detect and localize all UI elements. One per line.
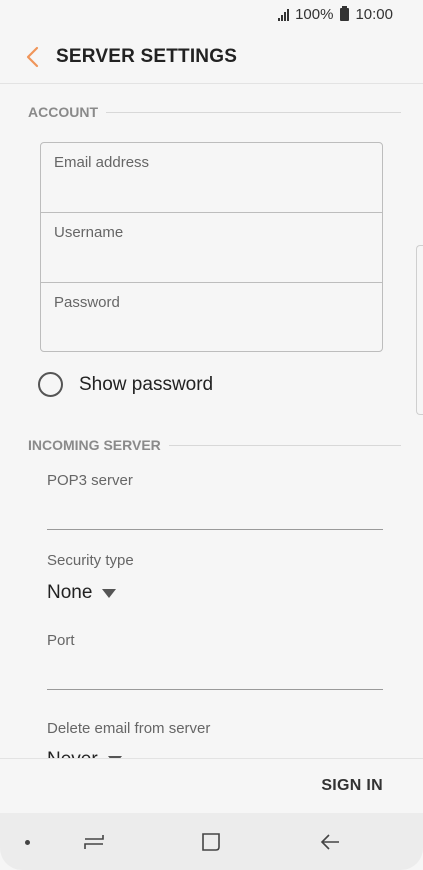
signal-icon bbox=[278, 8, 290, 21]
scrollbar[interactable] bbox=[416, 245, 423, 415]
sign-in-button[interactable]: SIGN IN bbox=[321, 777, 383, 795]
email-field[interactable]: Email address bbox=[41, 143, 382, 213]
back-icon[interactable] bbox=[317, 829, 343, 855]
dropdown-arrow-icon bbox=[102, 588, 117, 598]
email-placeholder: Email address bbox=[54, 154, 150, 171]
delete-email-label: Delete email from server bbox=[47, 720, 211, 737]
divider bbox=[106, 111, 401, 113]
incoming-section-title: INCOMING SERVER bbox=[28, 437, 161, 453]
bottom-action-bar: SIGN IN bbox=[0, 758, 423, 813]
username-placeholder: Username bbox=[54, 224, 124, 241]
username-field[interactable]: Username bbox=[41, 213, 382, 283]
account-fields: Email address Username Password bbox=[40, 142, 383, 352]
incoming-section-header: INCOMING SERVER bbox=[28, 437, 401, 453]
navigation-bar bbox=[0, 813, 423, 870]
pop3-server-input[interactable] bbox=[47, 529, 383, 530]
divider bbox=[168, 444, 401, 446]
battery-percent: 100% bbox=[295, 6, 334, 23]
back-arrow-icon[interactable] bbox=[10, 30, 54, 84]
password-field[interactable]: Password bbox=[41, 283, 382, 353]
password-placeholder: Password bbox=[54, 294, 120, 311]
security-type-value: None bbox=[47, 582, 93, 603]
delete-email-clip: Never bbox=[0, 745, 423, 759]
pop3-server-label: POP3 server bbox=[47, 472, 133, 489]
battery-icon bbox=[340, 6, 350, 21]
show-password-option[interactable]: Show password bbox=[38, 372, 213, 397]
home-icon[interactable] bbox=[198, 829, 224, 855]
show-password-label: Show password bbox=[79, 373, 214, 395]
account-section-title: ACCOUNT bbox=[28, 104, 98, 120]
port-label: Port bbox=[47, 632, 75, 649]
recent-apps-icon[interactable] bbox=[81, 829, 107, 855]
nav-dot-icon bbox=[25, 840, 30, 845]
status-bar: 100% 10:00 bbox=[0, 0, 423, 30]
status-indicators: 100% 10:00 bbox=[278, 6, 393, 23]
security-type-label: Security type bbox=[47, 552, 134, 569]
port-input[interactable] bbox=[47, 689, 383, 690]
account-section-header: ACCOUNT bbox=[28, 104, 401, 120]
security-type-dropdown[interactable]: None bbox=[47, 582, 117, 604]
app-bar: SERVER SETTINGS bbox=[0, 30, 423, 84]
page-title: SERVER SETTINGS bbox=[56, 45, 238, 67]
show-password-checkbox[interactable] bbox=[38, 372, 63, 397]
clock: 10:00 bbox=[355, 6, 393, 23]
